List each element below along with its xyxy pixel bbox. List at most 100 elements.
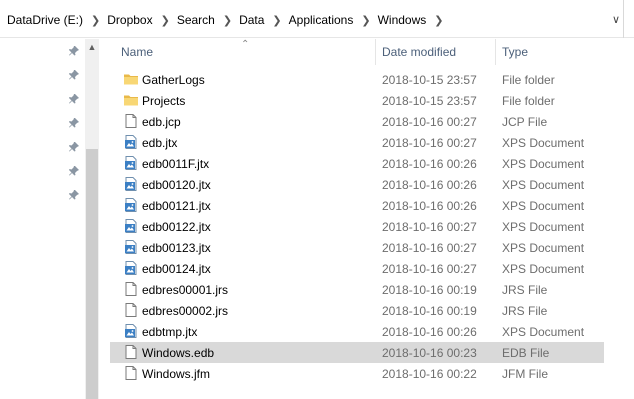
address-bar[interactable]: DataDrive (E:) ❯ Dropbox ❯ Search ❯ Data…: [0, 0, 634, 38]
file-row[interactable]: edb00124.jtx 2018-10-16 00:27 XPS Document: [110, 258, 604, 279]
file-name: edbres00002.jrs: [142, 304, 229, 318]
chevron-right-icon[interactable]: ❯: [223, 14, 232, 27]
file-list: ⌃ Name Date modified Type GatherLogs 2018…: [110, 39, 634, 399]
xps-document-icon: [123, 176, 139, 192]
file-date-modified: 2018-10-16 00:22: [382, 367, 477, 381]
breadcrumb: DataDrive (E:) ❯ Dropbox ❯ Search ❯ Data…: [7, 13, 450, 27]
file-name: edb00124.jtx: [142, 262, 211, 276]
pin-icon[interactable]: [68, 141, 80, 153]
file-name: Projects: [142, 94, 186, 108]
xps-document-icon: [123, 218, 139, 234]
file-type: XPS Document: [502, 241, 585, 255]
file-icon: [123, 344, 139, 360]
file-type: XPS Document: [502, 325, 585, 339]
file-date-modified: 2018-10-16 00:23: [382, 346, 477, 360]
file-row[interactable]: edbres00002.jrs 2018-10-16 00:19 JRS File: [110, 300, 604, 321]
file-name: edb.jtx: [142, 136, 178, 150]
file-type: EDB File: [502, 346, 550, 360]
file-date-modified: 2018-10-16 00:26: [382, 199, 477, 213]
chevron-down-icon[interactable]: ∨: [612, 13, 620, 26]
file-row[interactable]: edb00123.jtx 2018-10-16 00:27 XPS Document: [110, 237, 604, 258]
nav-scrollbar[interactable]: ▲: [85, 39, 99, 399]
file-icon: [123, 113, 139, 129]
file-date-modified: 2018-10-16 00:27: [382, 220, 477, 234]
breadcrumb-item-data[interactable]: Data: [239, 13, 264, 27]
file-date-modified: 2018-10-16 00:27: [382, 241, 477, 255]
file-name: Windows.edb: [142, 346, 215, 360]
chevron-right-icon[interactable]: ❯: [361, 14, 370, 27]
breadcrumb-item-applications[interactable]: Applications: [289, 13, 354, 27]
file-row[interactable]: edb0011F.jtx 2018-10-16 00:26 XPS Document: [110, 153, 604, 174]
chevron-right-icon[interactable]: ❯: [161, 14, 170, 27]
breadcrumb-item-datadrive[interactable]: DataDrive (E:): [7, 13, 83, 27]
file-type: JRS File: [502, 304, 548, 318]
file-row[interactable]: Windows.jfm 2018-10-16 00:22 JFM File: [110, 363, 604, 384]
chevron-right-icon[interactable]: ❯: [91, 14, 100, 27]
xps-document-icon: [123, 260, 139, 276]
file-row[interactable]: edb.jtx 2018-10-16 00:27 XPS Document: [110, 132, 604, 153]
column-header-date-modified[interactable]: Date modified: [382, 45, 456, 59]
file-date-modified: 2018-10-16 00:26: [382, 325, 477, 339]
file-row[interactable]: edb00120.jtx 2018-10-16 00:26 XPS Document: [110, 174, 604, 195]
breadcrumb-item-search[interactable]: Search: [177, 13, 215, 27]
file-name: edb00120.jtx: [142, 178, 211, 192]
file-name: edb00121.jtx: [142, 199, 211, 213]
file-name: edb0011F.jtx: [142, 157, 210, 171]
column-header-name[interactable]: Name: [121, 45, 153, 59]
file-name: edb00122.jtx: [142, 220, 211, 234]
pin-icon[interactable]: [68, 69, 80, 81]
chevron-right-icon[interactable]: ❯: [272, 14, 281, 27]
file-date-modified: 2018-10-16 00:26: [382, 178, 477, 192]
xps-document-icon: [123, 134, 139, 150]
file-type: JFM File: [502, 367, 548, 381]
file-name: edb.jcp: [142, 115, 181, 129]
pin-icon[interactable]: [68, 117, 80, 129]
file-row[interactable]: edb00122.jtx 2018-10-16 00:27 XPS Document: [110, 216, 604, 237]
file-row[interactable]: edb.jcp 2018-10-16 00:27 JCP File: [110, 111, 604, 132]
file-date-modified: 2018-10-16 00:19: [382, 304, 477, 318]
folder-icon: [123, 92, 139, 108]
chevron-right-icon[interactable]: ❯: [434, 14, 443, 27]
file-type: XPS Document: [502, 136, 585, 150]
file-date-modified: 2018-10-16 00:27: [382, 262, 477, 276]
address-divider: [623, 0, 624, 38]
file-date-modified: 2018-10-16 00:19: [382, 283, 477, 297]
file-type: XPS Document: [502, 178, 585, 192]
file-date-modified: 2018-10-15 23:57: [382, 73, 477, 87]
file-icon: [123, 302, 139, 318]
file-type: XPS Document: [502, 157, 585, 171]
file-type: File folder: [502, 73, 555, 87]
pin-icon[interactable]: [68, 45, 80, 57]
file-row[interactable]: Windows.edb 2018-10-16 00:23 EDB File: [110, 342, 604, 363]
pin-icon[interactable]: [68, 165, 80, 177]
column-divider[interactable]: [375, 39, 376, 65]
breadcrumb-item-dropbox[interactable]: Dropbox: [107, 13, 152, 27]
folder-icon: [123, 71, 139, 87]
file-row[interactable]: Projects 2018-10-15 23:57 File folder: [110, 90, 604, 111]
file-type: JRS File: [502, 283, 548, 297]
file-date-modified: 2018-10-16 00:27: [382, 136, 477, 150]
column-header-row: ⌃ Name Date modified Type: [110, 39, 634, 65]
xps-document-icon: [123, 155, 139, 171]
pin-icon[interactable]: [68, 93, 80, 105]
file-name: GatherLogs: [142, 73, 205, 87]
xps-document-icon: [123, 323, 139, 339]
scroll-up-icon[interactable]: ▲: [85, 39, 99, 55]
xps-document-icon: [123, 239, 139, 255]
pin-icon[interactable]: [68, 189, 80, 201]
breadcrumb-item-windows[interactable]: Windows: [378, 13, 427, 27]
file-name: edbtmp.jtx: [142, 325, 198, 339]
file-row[interactable]: edb00121.jtx 2018-10-16 00:26 XPS Document: [110, 195, 604, 216]
file-row[interactable]: GatherLogs 2018-10-15 23:57 File folder: [110, 69, 604, 90]
column-divider[interactable]: [495, 39, 496, 65]
column-header-type[interactable]: Type: [502, 45, 528, 59]
file-icon: [123, 365, 139, 381]
file-name: Windows.jfm: [142, 367, 211, 381]
sort-ascending-icon: ⌃: [241, 39, 250, 50]
xps-document-icon: [123, 197, 139, 213]
file-icon: [123, 281, 139, 297]
scroll-thumb[interactable]: [86, 149, 98, 399]
file-type: XPS Document: [502, 220, 585, 234]
file-row[interactable]: edbres00001.jrs 2018-10-16 00:19 JRS File: [110, 279, 604, 300]
file-row[interactable]: edbtmp.jtx 2018-10-16 00:26 XPS Document: [110, 321, 604, 342]
